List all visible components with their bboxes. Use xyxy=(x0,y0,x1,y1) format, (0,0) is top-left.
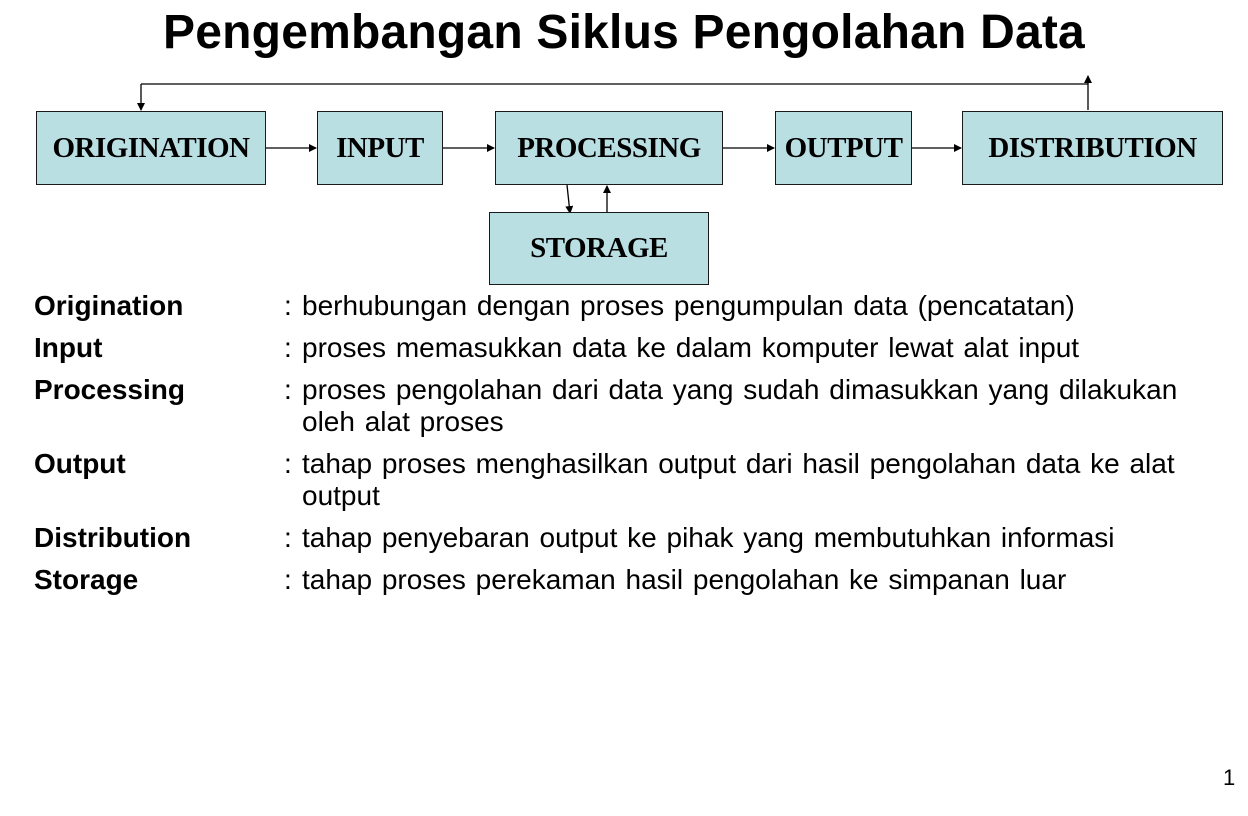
definition-text: tahap proses perekaman hasil pengolahan … xyxy=(302,564,1067,595)
stage-output: OUTPUT xyxy=(775,111,912,185)
slide-title: Pengembangan Siklus Pengolahan Data xyxy=(163,6,1085,59)
stage-processing-label: PROCESSING xyxy=(517,131,701,164)
definition-separator: : xyxy=(284,564,292,595)
definition-separator: : xyxy=(284,332,292,363)
stage-input: INPUT xyxy=(317,111,443,185)
definition-separator: : xyxy=(284,374,292,405)
arrow-processing-to-storage xyxy=(565,184,574,214)
definition-text: tahap proses menghasilkan output dari ha… xyxy=(302,448,1175,511)
stage-output-label: OUTPUT xyxy=(784,131,903,164)
stage-storage: STORAGE xyxy=(489,212,709,285)
definition-term: Input xyxy=(34,332,103,363)
stage-processing: PROCESSING xyxy=(495,111,723,185)
definition-row: Processing : proses pengolahan dari data… xyxy=(34,374,1214,438)
page-number: 1 xyxy=(1223,765,1236,790)
definition-row: Output : tahap proses menghasilkan outpu… xyxy=(34,448,1214,512)
definitions-list: Origination : berhubungan dengan proses … xyxy=(34,290,1214,606)
definition-separator: : xyxy=(284,448,292,479)
definition-row: Distribution : tahap penyebaran output k… xyxy=(34,522,1214,554)
definition-row: Input : proses memasukkan data ke dalam … xyxy=(34,332,1214,364)
definition-text: proses memasukkan data ke dalam komputer… xyxy=(302,332,1080,363)
definition-text: proses pengolahan dari data yang sudah d… xyxy=(302,374,1178,437)
definition-term: Output xyxy=(34,448,126,479)
stage-storage-label: STORAGE xyxy=(530,232,668,264)
stage-origination-label: ORIGINATION xyxy=(52,131,251,164)
definition-term: Storage xyxy=(34,564,139,595)
stage-distribution: DISTRIBUTION xyxy=(962,111,1223,185)
definition-text: tahap penyebaran output ke pihak yang me… xyxy=(302,522,1115,553)
definition-term: Distribution xyxy=(34,522,192,553)
stage-distribution-label: DISTRIBUTION xyxy=(988,131,1197,164)
definition-text: berhubungan dengan proses pengumpulan da… xyxy=(302,290,1075,321)
feedback-loop-line xyxy=(141,83,1089,110)
definition-term: Processing xyxy=(34,374,185,405)
definition-row: Origination : berhubungan dengan proses … xyxy=(34,290,1214,322)
stage-origination: ORIGINATION xyxy=(36,111,266,185)
definition-term: Origination xyxy=(34,290,184,321)
definition-separator: : xyxy=(284,290,292,321)
definition-separator: : xyxy=(284,522,292,553)
definition-row: Storage : tahap proses perekaman hasil p… xyxy=(34,564,1214,596)
stage-input-label: INPUT xyxy=(336,131,424,164)
